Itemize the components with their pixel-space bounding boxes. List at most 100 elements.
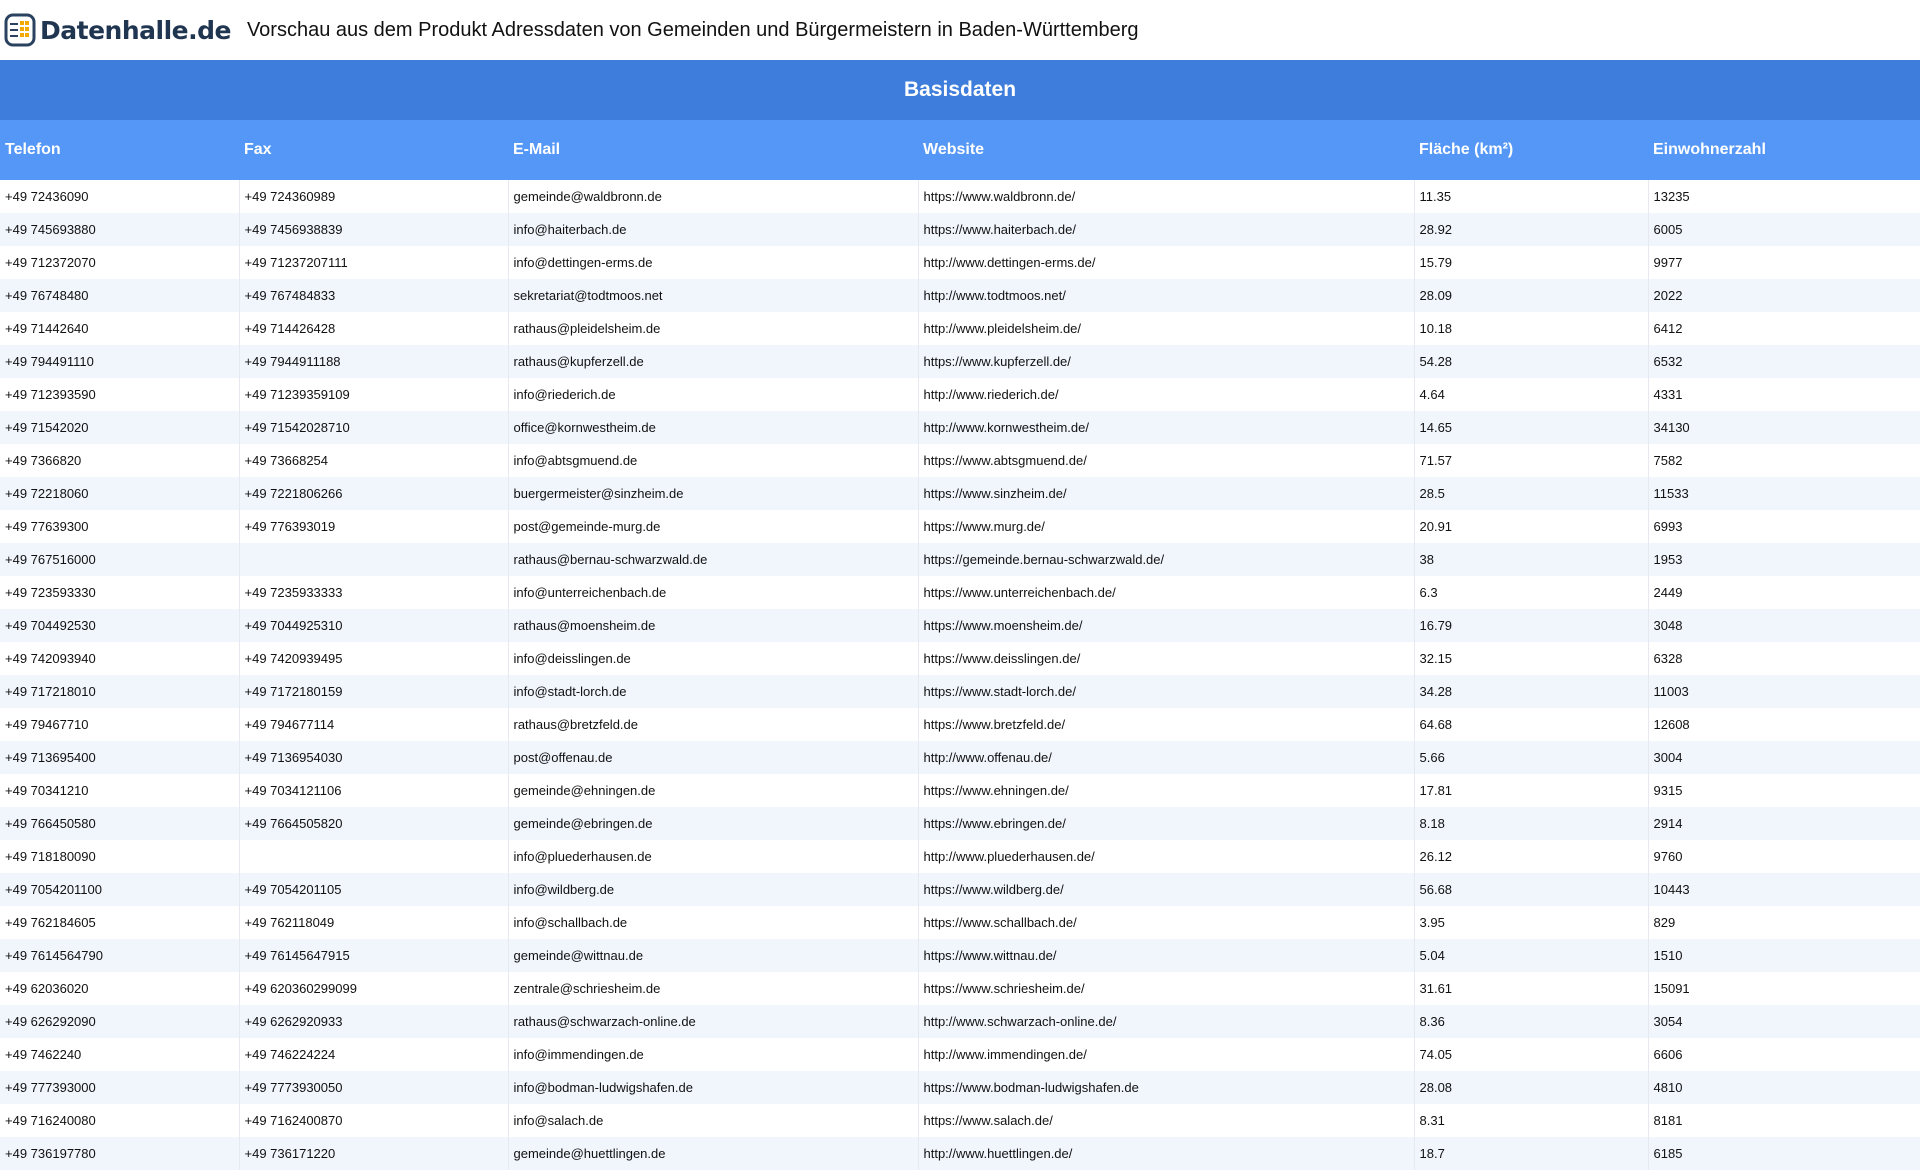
column-header-email[interactable]: E-Mail — [508, 120, 918, 180]
website-cell[interactable]: http://www.immendingen.de/ — [918, 1038, 1415, 1071]
email-cell[interactable]: zentrale@schriesheim.de — [508, 972, 919, 1005]
email-cell[interactable]: office@kornwestheim.de — [508, 411, 919, 444]
email-cell[interactable]: info@pluederhausen.de — [508, 840, 919, 873]
website-cell[interactable]: https://www.schallbach.de/ — [918, 906, 1415, 939]
website-cell[interactable]: https://www.moensheim.de/ — [918, 609, 1415, 642]
einwohnerzahl-cell: 3004 — [1648, 741, 1920, 774]
email-cell[interactable]: sekretariat@todtmoos.net — [508, 279, 919, 312]
email-cell[interactable]: post@gemeinde-murg.de — [508, 510, 919, 543]
flaeche-cell: 28.09 — [1414, 279, 1649, 312]
email-cell[interactable]: rathaus@moensheim.de — [508, 609, 919, 642]
website-cell[interactable]: https://www.schriesheim.de/ — [918, 972, 1415, 1005]
einwohnerzahl-cell: 6412 — [1648, 312, 1920, 345]
fax-cell: +49 776393019 — [239, 510, 509, 543]
website-cell[interactable]: http://www.pluederhausen.de/ — [918, 840, 1415, 873]
website-cell[interactable]: https://www.ebringen.de/ — [918, 807, 1415, 840]
column-header-flaeche[interactable]: Fläche (km²) — [1414, 120, 1648, 180]
email-cell[interactable]: rathaus@pleidelsheim.de — [508, 312, 919, 345]
email-cell[interactable]: info@bodman-ludwigshafen.de — [508, 1071, 919, 1104]
einwohnerzahl-cell: 6328 — [1648, 642, 1920, 675]
column-header-telefon[interactable]: Telefon — [0, 120, 239, 180]
einwohnerzahl-cell: 9315 — [1648, 774, 1920, 807]
telefon-cell: +49 713695400 — [0, 741, 240, 774]
email-cell[interactable]: info@deisslingen.de — [508, 642, 919, 675]
email-cell[interactable]: rathaus@bretzfeld.de — [508, 708, 919, 741]
website-cell[interactable]: https://www.stadt-lorch.de/ — [918, 675, 1415, 708]
fax-cell: +49 767484833 — [239, 279, 509, 312]
website-cell[interactable]: https://www.deisslingen.de/ — [918, 642, 1415, 675]
telefon-cell: +49 77639300 — [0, 510, 240, 543]
email-cell[interactable]: info@unterreichenbach.de — [508, 576, 919, 609]
email-cell[interactable]: info@salach.de — [508, 1104, 919, 1137]
einwohnerzahl-cell: 11533 — [1648, 477, 1920, 510]
website-cell[interactable]: http://www.pleidelsheim.de/ — [918, 312, 1415, 345]
email-cell[interactable]: gemeinde@wittnau.de — [508, 939, 919, 972]
email-cell[interactable]: buergermeister@sinzheim.de — [508, 477, 919, 510]
telefon-cell: +49 76748480 — [0, 279, 240, 312]
logo-text: Datenhalle.de — [40, 15, 231, 45]
email-cell[interactable]: info@stadt-lorch.de — [508, 675, 919, 708]
website-cell[interactable]: https://www.salach.de/ — [918, 1104, 1415, 1137]
email-cell[interactable]: info@riederich.de — [508, 378, 919, 411]
website-cell[interactable]: http://www.schwarzach-online.de/ — [918, 1005, 1415, 1038]
email-cell[interactable]: gemeinde@ebringen.de — [508, 807, 919, 840]
flaeche-cell: 16.79 — [1414, 609, 1649, 642]
website-cell[interactable]: https://www.unterreichenbach.de/ — [918, 576, 1415, 609]
flaeche-cell: 5.66 — [1414, 741, 1649, 774]
column-header-einwohnerzahl[interactable]: Einwohnerzahl — [1648, 120, 1920, 180]
column-header-row: Telefon Fax E-Mail Website Fläche (km²) … — [0, 120, 1920, 180]
email-cell[interactable]: rathaus@bernau-schwarzwald.de — [508, 543, 919, 576]
einwohnerzahl-cell: 1953 — [1648, 543, 1920, 576]
website-cell[interactable]: http://www.huettlingen.de/ — [918, 1137, 1415, 1170]
flaeche-cell: 74.05 — [1414, 1038, 1649, 1071]
table-row: +49 70341210 +49 7034121106 gemeinde@ehnin… — [0, 774, 1920, 807]
website-cell[interactable]: https://www.wittnau.de/ — [918, 939, 1415, 972]
table-row: +49 762184605 +49 762118049 info@schallbac… — [0, 906, 1920, 939]
website-cell[interactable]: https://www.haiterbach.de/ — [918, 213, 1415, 246]
logo[interactable]: Datenhalle.de — [4, 13, 231, 47]
email-cell[interactable]: rathaus@kupferzell.de — [508, 345, 919, 378]
website-cell[interactable]: https://www.ehningen.de/ — [918, 774, 1415, 807]
fax-cell: +49 724360989 — [239, 180, 509, 213]
einwohnerzahl-cell: 10443 — [1648, 873, 1920, 906]
einwohnerzahl-cell: 6005 — [1648, 213, 1920, 246]
website-cell[interactable]: https://www.waldbronn.de/ — [918, 180, 1415, 213]
website-cell[interactable]: https://www.abtsgmuend.de/ — [918, 444, 1415, 477]
website-cell[interactable]: https://www.kupferzell.de/ — [918, 345, 1415, 378]
email-cell[interactable]: info@schallbach.de — [508, 906, 919, 939]
website-cell[interactable]: https://www.sinzheim.de/ — [918, 477, 1415, 510]
table-row: +49 7054201100 +49 7054201105 info@wildber… — [0, 873, 1920, 906]
email-cell[interactable]: info@abtsgmuend.de — [508, 444, 919, 477]
flaeche-cell: 8.31 — [1414, 1104, 1649, 1137]
table-row: +49 704492530 +49 7044925310 rathaus@moens… — [0, 609, 1920, 642]
einwohnerzahl-cell: 9977 — [1648, 246, 1920, 279]
website-cell[interactable]: http://www.dettingen-erms.de/ — [918, 246, 1415, 279]
email-cell[interactable]: info@dettingen-erms.de — [508, 246, 919, 279]
fax-cell: +49 7944911188 — [239, 345, 509, 378]
website-cell[interactable]: http://www.kornwestheim.de/ — [918, 411, 1415, 444]
table-row: +49 712393590 +49 71239359109 info@riederi… — [0, 378, 1920, 411]
email-cell[interactable]: gemeinde@huettlingen.de — [508, 1137, 919, 1170]
table-row: +49 7462240 +49 746224224 info@immendingen… — [0, 1038, 1920, 1071]
website-cell[interactable]: https://www.wildberg.de/ — [918, 873, 1415, 906]
website-cell[interactable]: http://www.todtmoos.net/ — [918, 279, 1415, 312]
website-cell[interactable]: https://gemeinde.bernau-schwarzwald.de/ — [918, 543, 1415, 576]
email-cell[interactable]: rathaus@schwarzach-online.de — [508, 1005, 919, 1038]
website-cell[interactable]: http://www.riederich.de/ — [918, 378, 1415, 411]
column-header-website[interactable]: Website — [918, 120, 1414, 180]
email-cell[interactable]: info@haiterbach.de — [508, 213, 919, 246]
website-cell[interactable]: https://www.bodman-ludwigshafen.de — [918, 1071, 1415, 1104]
website-cell[interactable]: http://www.offenau.de/ — [918, 741, 1415, 774]
telefon-cell: +49 766450580 — [0, 807, 240, 840]
column-header-fax[interactable]: Fax — [239, 120, 508, 180]
email-cell[interactable]: info@immendingen.de — [508, 1038, 919, 1071]
website-cell[interactable]: https://www.bretzfeld.de/ — [918, 708, 1415, 741]
email-cell[interactable]: post@offenau.de — [508, 741, 919, 774]
email-cell[interactable]: info@wildberg.de — [508, 873, 919, 906]
einwohnerzahl-cell: 6606 — [1648, 1038, 1920, 1071]
email-cell[interactable]: gemeinde@waldbronn.de — [508, 180, 919, 213]
telefon-cell: +49 7462240 — [0, 1038, 240, 1071]
einwohnerzahl-cell: 2914 — [1648, 807, 1920, 840]
email-cell[interactable]: gemeinde@ehningen.de — [508, 774, 919, 807]
website-cell[interactable]: https://www.murg.de/ — [918, 510, 1415, 543]
